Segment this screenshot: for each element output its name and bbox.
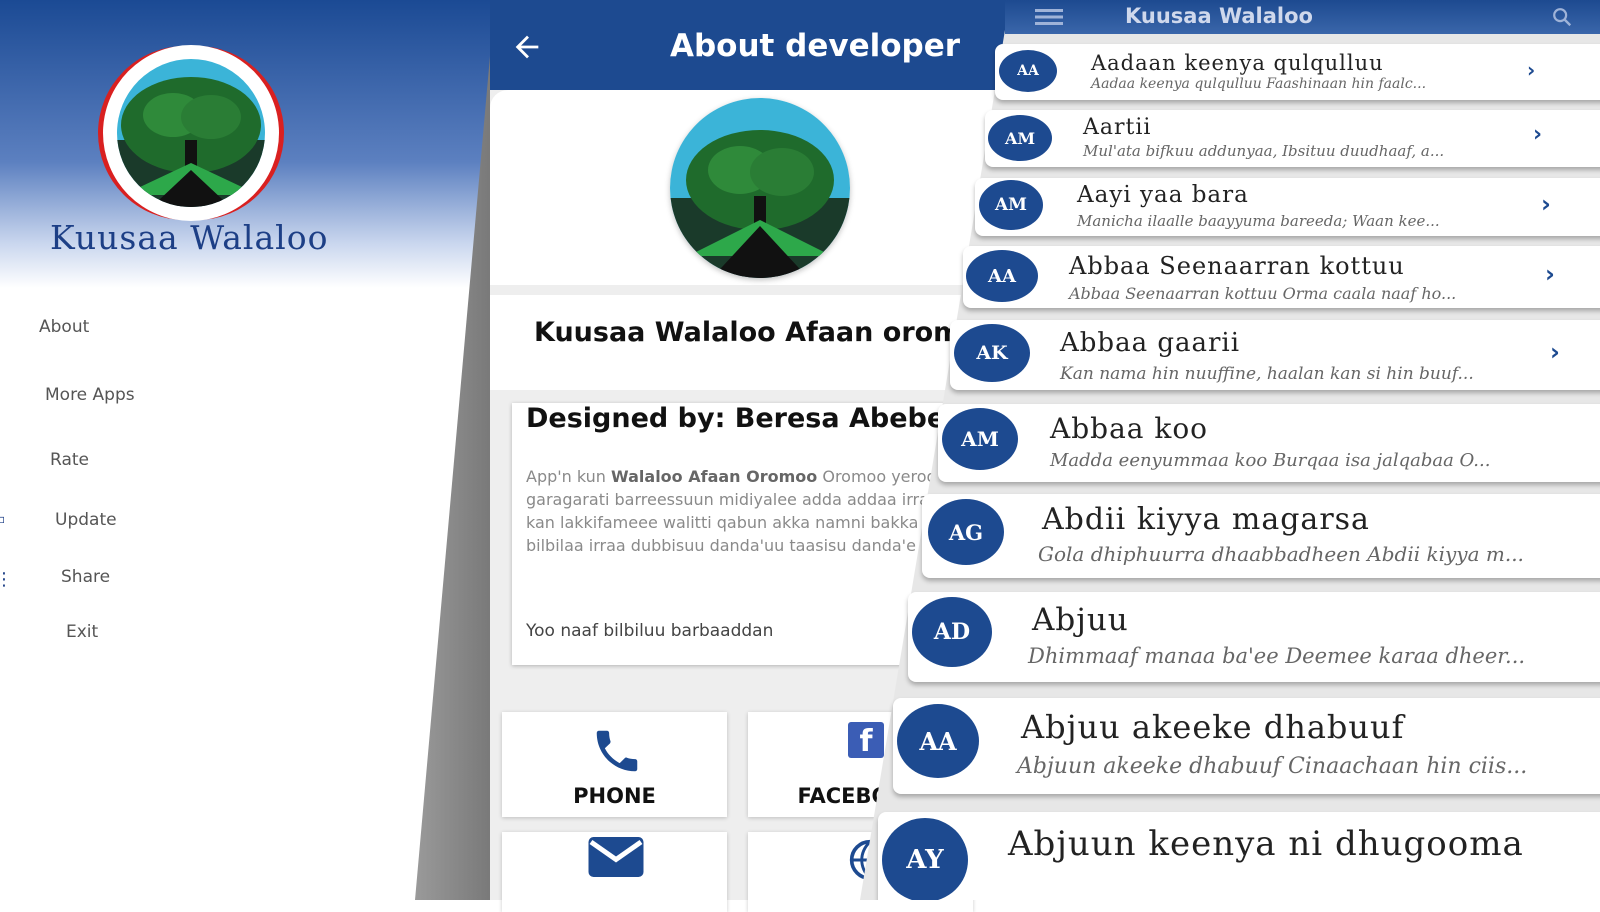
phone-label: PHONE — [573, 784, 656, 808]
poem-title: Abbaa Seenaarran kottuu — [1069, 252, 1405, 280]
list-toolbar: Kuusaa Walaloo — [1005, 0, 1600, 34]
list-item[interactable]: AA Aadaan keenya qulqulluu Aadaa keenya … — [995, 44, 1600, 100]
hamburger-menu-icon[interactable] — [1035, 9, 1063, 25]
call-note: Yoo naaf bilbiluu barbaaddan — [526, 621, 774, 641]
chevron-right-icon: › — [1541, 190, 1551, 218]
author-badge: AA — [999, 50, 1057, 92]
author-badge: AD — [912, 597, 992, 667]
list-item[interactable]: AY Abjuun keenya ni dhugooma — [878, 812, 1600, 900]
poem-excerpt: Mul'ata bifkuu addunyaa, Ibsituu duudhaa… — [1083, 142, 1445, 160]
poem-excerpt: Aadaa keenya qulqulluu Faashinaan hin fa… — [1091, 76, 1427, 92]
navigation-drawer: Kuusaa Walaloo About More Apps Rate ▫ Up… — [0, 0, 500, 900]
share-icon: ⋮ — [0, 569, 13, 590]
poem-excerpt: Abbaa Seenaarran kottuu Orma caala naaf … — [1069, 284, 1457, 303]
chevron-right-icon: › — [1550, 338, 1560, 366]
email-icon — [588, 837, 644, 877]
menu-item-exit[interactable]: ‹ Exit — [0, 622, 99, 645]
author-badge: AA — [966, 250, 1038, 302]
list-app-title: Kuusaa Walaloo — [1125, 4, 1313, 28]
exit-icon: ‹ — [0, 624, 1, 645]
menu-item-label: Exit — [66, 622, 99, 642]
author-badge: AM — [979, 180, 1043, 230]
menu-item-label: About — [39, 317, 90, 337]
menu-item-update[interactable]: ▫ Update — [0, 510, 117, 530]
poem-excerpt: Abjuun akeeke dhabuuf Cinaachaan hin cii… — [1017, 754, 1528, 779]
update-icon: ▫ — [0, 512, 6, 526]
email-button[interactable] — [502, 832, 727, 912]
list-item[interactable]: AM Abbaa koo Madda eenyummaa koo Burqaa … — [938, 404, 1600, 482]
poem-excerpt: Kan nama hin nuuffine, haalan kan si hin… — [1060, 364, 1474, 384]
tree-logo-icon — [670, 98, 850, 278]
poem-title: Aartii — [1083, 115, 1152, 140]
poem-title: Abjuu — [1032, 602, 1129, 638]
author-badge: AA — [897, 704, 979, 778]
poem-title: Abdii kiyya magarsa — [1042, 502, 1370, 537]
back-arrow-icon[interactable] — [510, 30, 544, 64]
description-prefix: App'n kun — [526, 467, 612, 486]
poem-list-screen: Kuusaa Walaloo AA Aadaan keenya qulqullu… — [860, 0, 1600, 900]
author-badge: AG — [928, 499, 1004, 565]
list-item[interactable]: AG Abdii kiyya magarsa Gola dhiphuurra d… — [922, 494, 1600, 578]
menu-item-label: Update — [55, 510, 117, 530]
list-item[interactable]: AK Abbaa gaarii Kan nama hin nuuffine, h… — [950, 320, 1600, 390]
list-item[interactable]: AA Abbaa Seenaarran kottuu Abbaa Seenaar… — [963, 246, 1600, 308]
menu-item-label: More Apps — [45, 385, 135, 405]
poem-excerpt: Madda eenyummaa koo Burqaa isa jalqabaa … — [1050, 450, 1491, 471]
poem-excerpt: Gola dhiphuurra dhaabbadheen Abdii kiyya… — [1038, 542, 1524, 566]
menu-item-about[interactable]: About — [39, 317, 89, 337]
poem-title: Aayi yaa bara — [1077, 182, 1249, 208]
developer-avatar — [670, 98, 850, 278]
menu-item-rate[interactable]: Rate — [50, 450, 89, 470]
poem-excerpt: Manicha ilaalle baayyuma bareeda; Waan k… — [1077, 212, 1440, 230]
phone-icon — [596, 730, 638, 772]
menu-item-share[interactable]: ⋮ Share — [0, 567, 111, 590]
author-badge: AM — [988, 115, 1052, 161]
menu-item-label: Share — [61, 567, 111, 587]
tree-logo-icon — [117, 59, 265, 207]
search-icon[interactable] — [1551, 6, 1573, 28]
phone-button[interactable]: PHONE — [502, 712, 727, 817]
chevron-right-icon: › — [1533, 122, 1543, 147]
poem-title: Aadaan keenya qulqulluu — [1091, 51, 1384, 75]
list-item[interactable]: AM Aartii Mul'ata bifkuu addunyaa, Ibsit… — [985, 110, 1600, 167]
poem-title: Abjuu akeeke dhabuuf — [1021, 708, 1405, 746]
chevron-right-icon: › — [1545, 260, 1555, 288]
list-item[interactable]: AA Abjuu akeeke dhabuuf Abjuun akeeke dh… — [893, 698, 1600, 794]
chevron-right-icon: › — [1527, 58, 1536, 82]
list-item[interactable]: AD Abjuu Dhimmaaf manaa ba'ee Deemee kar… — [908, 592, 1600, 682]
menu-item-more-apps[interactable]: More Apps — [45, 385, 135, 405]
drawer-app-title: Kuusaa Walaloo — [50, 218, 329, 257]
author-badge: AY — [882, 818, 968, 900]
list-item[interactable]: AM Aayi yaa bara Manicha ilaalle baayyum… — [975, 178, 1600, 236]
menu-item-label: Rate — [50, 450, 89, 470]
poem-title: Abbaa koo — [1050, 412, 1209, 445]
author-badge: AM — [942, 408, 1018, 470]
poem-excerpt: Dhimmaaf manaa ba'ee Deemee karaa dheer.… — [1028, 644, 1526, 668]
description-bold: Walaloo Afaan Oromoo — [611, 467, 818, 486]
poem-title: Abjuun keenya ni dhugooma — [1008, 824, 1524, 864]
app-logo — [103, 45, 279, 221]
poem-title: Abbaa gaarii — [1060, 328, 1241, 358]
author-badge: AK — [954, 324, 1030, 382]
